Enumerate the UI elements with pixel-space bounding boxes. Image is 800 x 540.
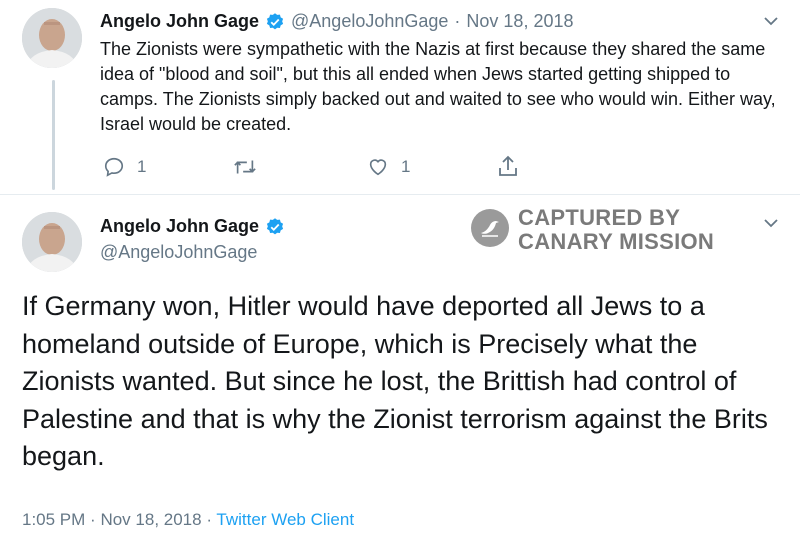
like-count: 1	[401, 157, 411, 176]
watermark-line2: CANARY MISSION	[518, 229, 715, 254]
tweet-time[interactable]: 1:05 PM	[22, 510, 85, 529]
author-name[interactable]: Angelo John Gage	[100, 11, 259, 32]
like-icon	[367, 156, 389, 178]
avatar[interactable]	[22, 212, 82, 272]
chevron-down-icon[interactable]	[762, 214, 780, 237]
canary-mission-watermark: CAPTURED BY CANARY MISSION	[470, 206, 714, 254]
author-name[interactable]: Angelo John Gage	[100, 216, 259, 237]
reply-icon	[103, 156, 125, 178]
author-handle[interactable]: @AngeloJohnGage	[100, 242, 257, 263]
separator-dot: ·	[90, 510, 96, 529]
like-button[interactable]: 1	[367, 156, 410, 178]
retweet-icon	[233, 156, 257, 178]
separator-dot: ·	[454, 11, 461, 31]
verified-icon	[265, 217, 285, 237]
chevron-down-icon[interactable]	[762, 12, 780, 35]
thread-line	[52, 80, 55, 190]
watermark-line1: CAPTURED BY	[518, 205, 681, 230]
tweet1-text: The Zionists were sympathetic with the N…	[100, 39, 776, 134]
tweet-footer: 1:05 PM · Nov 18, 2018 · Twitter Web Cli…	[22, 510, 354, 530]
separator-dot: ·	[206, 510, 212, 529]
author-handle[interactable]: @AngeloJohnGage	[291, 11, 448, 32]
tweet2-header: Angelo John Gage	[100, 216, 285, 237]
divider	[0, 194, 800, 195]
reply-button[interactable]: 1	[103, 156, 146, 178]
client-link[interactable]: Twitter Web Client	[216, 510, 354, 529]
reply-count: 1	[137, 157, 147, 176]
tweet2-text: If Germany won, Hitler would have deport…	[22, 291, 768, 471]
verified-icon	[265, 12, 285, 32]
canary-logo-icon	[470, 208, 510, 253]
retweet-button[interactable]	[233, 156, 257, 178]
tweet1-header: Angelo John Gage @AngeloJohnGage · Nov 1…	[100, 11, 573, 32]
tweet-date[interactable]: Nov 18, 2018	[100, 510, 201, 529]
share-icon	[497, 154, 519, 178]
tweet-date[interactable]: Nov 18, 2018	[466, 11, 573, 32]
avatar[interactable]	[22, 8, 82, 68]
share-button[interactable]	[497, 154, 519, 178]
